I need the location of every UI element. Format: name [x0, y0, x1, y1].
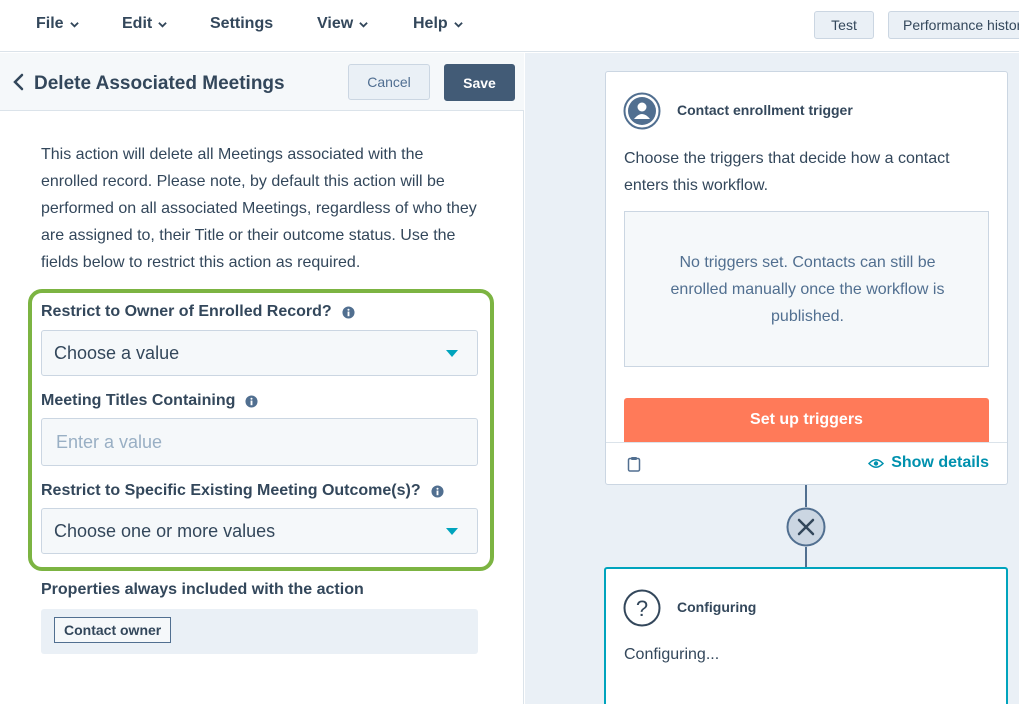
chevron-down-icon [69, 21, 79, 28]
caret-down-icon [446, 350, 458, 357]
info-icon[interactable] [245, 394, 258, 408]
panel-title: Delete Associated Meetings [34, 73, 285, 94]
meeting-titles-input[interactable]: Enter a value [41, 418, 478, 466]
meeting-titles-placeholder: Enter a value [56, 431, 163, 452]
configuring-card-text: Configuring... [624, 646, 720, 663]
menu-edit-label: Edit [122, 15, 153, 32]
outcome-select-value: Choose one or more values [54, 520, 276, 541]
configuring-card[interactable]: ? Configuring Configuring... [604, 567, 1008, 704]
set-up-triggers-button[interactable]: Set up triggers [624, 398, 989, 442]
contact-icon [623, 92, 661, 130]
performance-history-button[interactable]: Performance history [888, 11, 1019, 39]
caret-down-icon [446, 528, 458, 535]
chevron-down-icon [453, 21, 463, 28]
show-details-link[interactable]: Show details [868, 454, 989, 472]
no-triggers-box: No triggers set. Contacts can still be e… [624, 211, 989, 367]
menu-view-label: View [317, 15, 354, 32]
show-details-label: Show details [891, 454, 989, 471]
panel-header: Delete Associated Meetings Cancel Save [0, 53, 524, 111]
owner-select-value: Choose a value [54, 342, 180, 363]
owner-field-label: Restrict to Owner of Enrolled Record? [41, 303, 355, 321]
svg-text:?: ? [636, 596, 648, 621]
properties-label: Properties always included with the acti… [41, 581, 364, 598]
trigger-card-text: Choose the triggers that decide how a co… [624, 150, 950, 194]
menu-edit[interactable]: Edit [122, 15, 167, 33]
action-panel: Delete Associated Meetings Cancel Save T… [0, 53, 524, 704]
owner-label-text: Restrict to Owner of Enrolled Record? [41, 303, 332, 320]
top-menu-bar: File Edit Settings View Help Test Perfor… [0, 0, 1019, 52]
chevron-down-icon [359, 21, 368, 28]
close-icon[interactable] [786, 507, 826, 547]
contact-owner-chip: Contact owner [54, 617, 172, 643]
trigger-card-title: Contact enrollment trigger [677, 102, 853, 118]
cancel-button[interactable]: Cancel [348, 64, 430, 100]
outcome-field-label: Restrict to Specific Existing Meeting Ou… [41, 482, 444, 500]
titles-field-label: Meeting Titles Containing [41, 392, 258, 410]
titles-label-text: Meeting Titles Containing [41, 392, 236, 409]
menu-help[interactable]: Help [413, 15, 463, 33]
trigger-card-footer: Show details [606, 442, 1007, 485]
menu-settings-label: Settings [210, 15, 274, 32]
outcome-label-text: Restrict to Specific Existing Meeting Ou… [41, 482, 421, 499]
info-icon[interactable] [431, 484, 444, 498]
eye-icon [868, 458, 885, 468]
outcome-select[interactable]: Choose one or more values [41, 508, 478, 554]
chevron-left-icon[interactable] [10, 72, 28, 92]
menu-settings[interactable]: Settings [210, 15, 273, 33]
connector-line [805, 547, 807, 567]
no-triggers-text: No triggers set. Contacts can still be e… [670, 254, 945, 325]
menu-file-label: File [36, 15, 64, 32]
menu-file[interactable]: File [36, 15, 79, 33]
save-button[interactable]: Save [444, 64, 515, 101]
performance-history-label: Performance history [903, 17, 1019, 33]
action-description: This action will delete all Meetings ass… [41, 146, 477, 271]
chevron-down-icon [158, 21, 167, 28]
info-icon[interactable] [342, 305, 355, 319]
workflow-canvas: Contact enrollment trigger Choose the tr… [525, 53, 1019, 704]
menu-help-label: Help [413, 15, 448, 32]
menu-view[interactable]: View [317, 15, 368, 33]
trigger-card[interactable]: Contact enrollment trigger Choose the tr… [605, 71, 1008, 485]
properties-box: Contact owner [41, 609, 478, 654]
clipboard-icon[interactable] [627, 456, 641, 472]
owner-select[interactable]: Choose a value [41, 330, 478, 376]
configuring-card-title: Configuring [677, 599, 757, 615]
test-button[interactable]: Test [814, 11, 874, 39]
test-button-label: Test [831, 17, 857, 33]
connector-line [805, 485, 807, 507]
question-icon: ? [623, 589, 661, 627]
